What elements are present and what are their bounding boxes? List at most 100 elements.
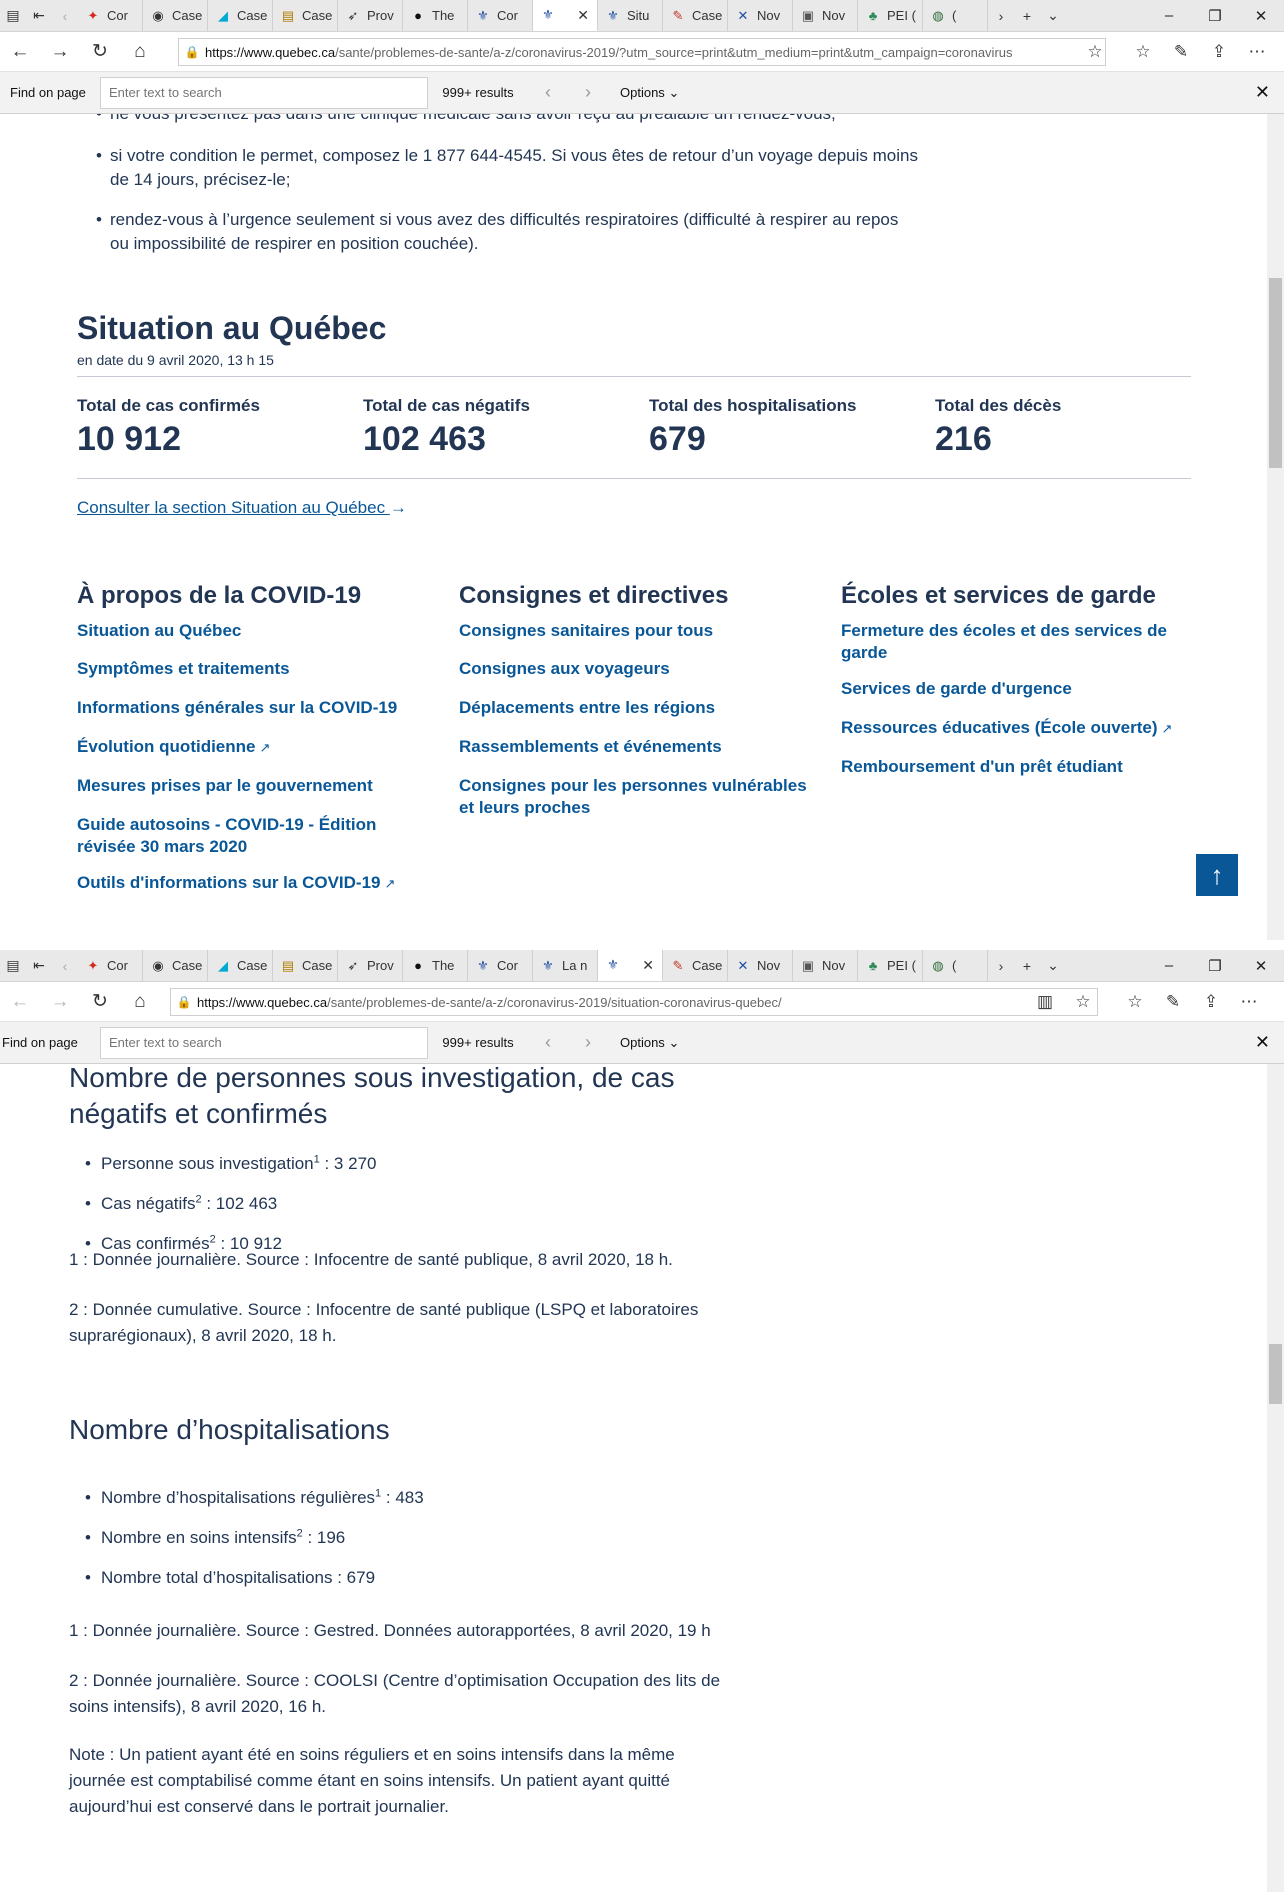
column-link[interactable]: Remboursement d'un prêt étudiant <box>841 756 1201 778</box>
forward-icon[interactable]: → <box>40 41 80 63</box>
refresh-icon[interactable]: ↻ <box>80 40 120 63</box>
home-icon[interactable]: ⌂ <box>120 991 160 1013</box>
browser-tab[interactable]: ♣ PEI ( <box>858 0 923 31</box>
new-tab-icon[interactable]: + <box>1014 0 1040 31</box>
browser-tab[interactable]: ⚜ Cor <box>468 0 533 31</box>
browser-tab[interactable]: ▣ Nov <box>793 0 858 31</box>
pen-icon[interactable]: ✎ <box>1162 38 1200 66</box>
scroll-tabs-right-icon[interactable]: › <box>988 950 1014 981</box>
share-icon[interactable]: ⇪ <box>1192 988 1230 1016</box>
more-icon[interactable]: ⋯ <box>1230 988 1268 1016</box>
browser-tab[interactable]: ▤ Case <box>273 950 338 981</box>
browser-tab[interactable]: ⚜ La n <box>533 950 598 981</box>
browser-tab[interactable]: ◢ Case <box>208 0 273 31</box>
browser-tab[interactable]: ✦ Cor <box>78 0 143 31</box>
column-link[interactable]: Consignes aux voyageurs <box>459 658 819 680</box>
set-aside-tabs-icon[interactable]: ⇤ <box>26 950 52 981</box>
close-find-icon[interactable]: ✕ <box>1255 82 1270 103</box>
column-link[interactable]: Mesures prises par le gouvernement <box>77 775 437 797</box>
find-options[interactable]: Options ⌄ <box>620 1035 720 1051</box>
column-link[interactable]: Situation au Québec <box>77 620 437 642</box>
browser-tab[interactable]: ◍( <box>923 0 988 31</box>
set-aside-tabs-icon[interactable]: ⇤ <box>26 0 52 31</box>
find-prev-icon[interactable]: ‹ <box>528 82 568 103</box>
browser-tab[interactable]: ◍( <box>923 950 988 981</box>
star-icon[interactable]: ☆ <box>1076 38 1114 66</box>
scrollbar-thumb[interactable] <box>1269 278 1282 468</box>
restore-icon[interactable]: ❐ <box>1192 0 1238 31</box>
tab-list-chevron-icon[interactable]: ⌄ <box>1040 0 1066 31</box>
scrollbar-thumb[interactable] <box>1269 1344 1282 1404</box>
forward-icon[interactable]: → <box>40 991 80 1013</box>
column-link[interactable]: Rassemblements et événements <box>459 736 819 758</box>
browser-tab[interactable]: ⚜ Cor <box>468 950 533 981</box>
back-icon[interactable]: ← <box>0 41 40 63</box>
column-link[interactable]: Ressources éducatives (École ouverte) ↗ <box>841 717 1201 740</box>
back-to-top-button[interactable]: ↑ <box>1196 854 1238 896</box>
browser-tab[interactable]: ⚜ ✕ <box>598 950 663 981</box>
column-link[interactable]: Guide autosoins - COVID-19 - Édition rév… <box>77 814 437 858</box>
close-tab-icon[interactable]: ✕ <box>577 7 589 24</box>
find-input[interactable] <box>100 1026 428 1059</box>
favorites-icon[interactable]: ☆ <box>1116 988 1154 1016</box>
find-next-icon[interactable]: › <box>568 1032 608 1053</box>
browser-tab[interactable]: ● The <box>403 950 468 981</box>
back-icon[interactable]: ← <box>0 991 40 1013</box>
minimize-icon[interactable]: – <box>1146 0 1192 31</box>
browser-tab[interactable]: ✕ Nov <box>728 950 793 981</box>
column-link[interactable]: Outils d'informations sur la COVID-19 ↗ <box>77 872 437 895</box>
find-input[interactable] <box>100 76 428 109</box>
minimize-icon[interactable]: – <box>1146 950 1192 981</box>
browser-tab[interactable]: ● The <box>403 0 468 31</box>
scroll-tabs-right-icon[interactable]: › <box>988 0 1014 31</box>
scroll-tabs-left-icon[interactable]: ‹ <box>52 0 78 31</box>
tab-actions-icon[interactable]: ▤ <box>0 0 26 31</box>
pen-icon[interactable]: ✎ <box>1154 988 1192 1016</box>
share-icon[interactable]: ⇪ <box>1200 38 1238 66</box>
url-field[interactable]: 🔒 https://www.quebec.ca/sante/problemes-… <box>170 988 1098 1016</box>
reading-view-icon[interactable]: ▥ <box>1026 988 1064 1016</box>
column-link[interactable]: Consignes sanitaires pour tous <box>459 620 819 642</box>
scrollbar[interactable] <box>1267 1064 1284 1892</box>
column-link[interactable]: Consignes pour les personnes vulnérables… <box>459 775 819 819</box>
browser-tab[interactable]: ⚜ ✕ <box>533 0 598 31</box>
scroll-tabs-left-icon[interactable]: ‹ <box>52 950 78 981</box>
browser-tab[interactable]: ✦ Cor <box>78 950 143 981</box>
find-options[interactable]: Options ⌄ <box>620 85 720 101</box>
browser-tab[interactable]: ✎ Case <box>663 950 728 981</box>
scrollbar[interactable] <box>1267 114 1284 940</box>
column-link[interactable]: Symptômes et traitements <box>77 658 437 680</box>
browser-tab[interactable]: ▤ Case <box>273 0 338 31</box>
browser-tab[interactable]: ✕ Nov <box>728 0 793 31</box>
refresh-icon[interactable]: ↻ <box>80 990 120 1013</box>
tab-actions-icon[interactable]: ▤ <box>0 950 26 981</box>
browser-tab[interactable]: ♣ PEI ( <box>858 950 923 981</box>
browser-tab[interactable]: ◉ Case <box>143 950 208 981</box>
close-find-icon[interactable]: ✕ <box>1255 1032 1270 1053</box>
close-tab-icon[interactable]: ✕ <box>642 957 654 974</box>
url-field[interactable]: 🔒 https://www.quebec.ca/sante/problemes-… <box>178 38 1106 66</box>
column-link[interactable]: Fermeture des écoles et des services de … <box>841 620 1201 664</box>
find-next-icon[interactable]: › <box>568 82 608 103</box>
tab-list-chevron-icon[interactable]: ⌄ <box>1040 950 1066 981</box>
column-link[interactable]: Informations générales sur la COVID-19 <box>77 697 437 719</box>
restore-icon[interactable]: ❐ <box>1192 950 1238 981</box>
close-window-icon[interactable]: ✕ <box>1238 0 1284 31</box>
browser-tab[interactable]: ➶ Prov <box>338 0 403 31</box>
find-prev-icon[interactable]: ‹ <box>528 1032 568 1053</box>
browser-tab[interactable]: ▣ Nov <box>793 950 858 981</box>
column-link[interactable]: Évolution quotidienne ↗ <box>77 736 437 759</box>
star-icon[interactable]: ☆ <box>1064 988 1102 1016</box>
column-link[interactable]: Services de garde d'urgence <box>841 678 1201 700</box>
browser-tab[interactable]: ✎ Case <box>663 0 728 31</box>
column-link[interactable]: Déplacements entre les régions <box>459 697 819 719</box>
close-window-icon[interactable]: ✕ <box>1238 950 1284 981</box>
home-icon[interactable]: ⌂ <box>120 41 160 63</box>
browser-tab[interactable]: ⚜ Situ <box>598 0 663 31</box>
favorites-icon[interactable]: ☆ <box>1124 38 1162 66</box>
browser-tab[interactable]: ➶ Prov <box>338 950 403 981</box>
situation-link[interactable]: Consulter la section Situation au Québec… <box>77 498 407 518</box>
more-icon[interactable]: ⋯ <box>1238 38 1276 66</box>
browser-tab[interactable]: ◢ Case <box>208 950 273 981</box>
browser-tab[interactable]: ◉ Case <box>143 0 208 31</box>
